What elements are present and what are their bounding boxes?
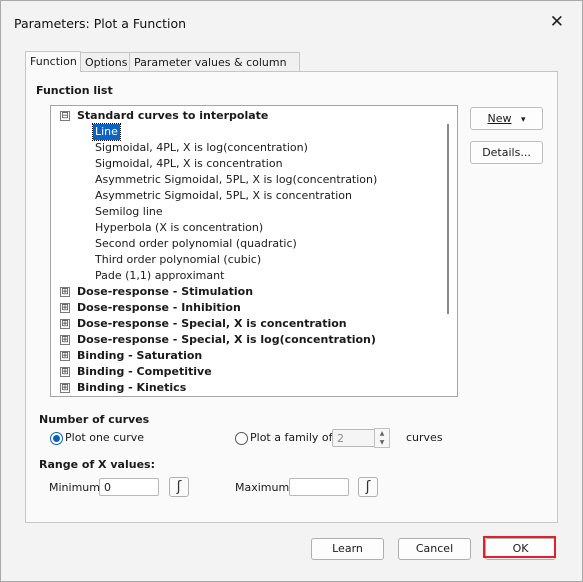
- expand-icon[interactable]: ⊞: [60, 351, 70, 361]
- title-bar: Parameters: Plot a Function ✕: [1, 1, 582, 45]
- tree-group-label: Standard curves to interpolate: [77, 109, 269, 122]
- maximum-label: Maximum:: [235, 481, 293, 494]
- plot-family-label: Plot a family of: [250, 431, 333, 444]
- new-button[interactable]: New ▾: [470, 107, 543, 130]
- tree-group-label: Dose-response - Special, X is concentrat…: [77, 317, 347, 330]
- tree-item-label: Third order polynomial (cubic): [95, 253, 262, 266]
- cancel-button[interactable]: Cancel: [398, 538, 471, 560]
- tree-group-label: Dose-response - Inhibition: [77, 301, 241, 314]
- x-range-heading: Range of X values:: [39, 458, 155, 471]
- curves-suffix-label: curves: [406, 431, 443, 444]
- plot-one-curve-label: Plot one curve: [65, 431, 145, 444]
- function-tab-panel: Function list ⊟ Standard curves to inter…: [25, 71, 558, 523]
- function-list-tree[interactable]: ⊟ Standard curves to interpolate Line Si…: [50, 105, 458, 397]
- dialog-title: Parameters: Plot a Function: [14, 16, 187, 31]
- tree-item-label: Second order polynomial (quadratic): [95, 237, 297, 250]
- tab-parameter-values[interactable]: Parameter values & column titles: [129, 52, 300, 88]
- tree-group-label: Binding - Kinetics: [77, 381, 187, 394]
- maximum-input[interactable]: [289, 478, 349, 496]
- tree-group-label: Dose-response - Stimulation: [77, 285, 254, 298]
- hook-icon[interactable]: ʃ: [169, 477, 189, 497]
- expand-icon[interactable]: ⊞: [60, 287, 70, 297]
- tab-function[interactable]: Function: [25, 51, 81, 72]
- collapse-icon[interactable]: ⊟: [60, 111, 70, 121]
- expand-icon[interactable]: ⊞: [60, 367, 70, 377]
- expand-icon[interactable]: ⊞: [60, 383, 70, 393]
- family-count-stepper[interactable]: ▲ ▼: [374, 428, 390, 448]
- list-scrollbar[interactable]: [447, 124, 449, 314]
- ok-highlight-box: [483, 536, 556, 558]
- close-icon[interactable]: ✕: [550, 12, 564, 32]
- tree-group-label: Dose-response - Special, X is log(concen…: [77, 333, 376, 346]
- tree-group-label: Binding - Saturation: [77, 349, 203, 362]
- minimum-input[interactable]: 0: [99, 478, 159, 496]
- family-count-input[interactable]: 2: [332, 429, 376, 447]
- tree-item-label: Hyperbola (X is concentration): [95, 221, 264, 234]
- hook-icon[interactable]: ʃ: [358, 477, 378, 497]
- expand-icon[interactable]: ⊞: [60, 303, 70, 313]
- function-list-heading: Function list: [36, 84, 113, 97]
- details-button[interactable]: Details...: [470, 141, 543, 164]
- stepper-up-icon[interactable]: ▲: [375, 429, 389, 438]
- expand-icon[interactable]: ⊞: [60, 319, 70, 329]
- tree-item-label: Semilog line: [95, 205, 163, 218]
- tree-item-label: Pade (1,1) approximant: [95, 269, 225, 282]
- dropdown-arrow-icon: ▾: [520, 115, 526, 125]
- number-of-curves-heading: Number of curves: [39, 413, 150, 426]
- tree-item-label: Asymmetric Sigmoidal, 5PL, X is log(conc…: [95, 173, 378, 186]
- learn-button[interactable]: Learn: [311, 538, 384, 560]
- tab-options[interactable]: Options: [80, 52, 130, 72]
- plot-function-dialog: Parameters: Plot a Function ✕ Function O…: [0, 0, 583, 582]
- minimum-label: Minimum:: [49, 481, 104, 494]
- stepper-down-icon[interactable]: ▼: [375, 438, 389, 447]
- tree-item-label: Sigmoidal, 4PL, X is log(concentration): [95, 141, 308, 154]
- tree-item-label: Line: [92, 123, 121, 141]
- plot-one-curve-radio[interactable]: [50, 432, 63, 445]
- expand-icon[interactable]: ⊞: [60, 335, 70, 345]
- tree-item-label: Sigmoidal, 4PL, X is concentration: [95, 157, 283, 170]
- tree-group-label: Binding - Competitive: [77, 365, 212, 378]
- tree-item-label: Asymmetric Sigmoidal, 5PL, X is concentr…: [95, 189, 352, 202]
- plot-family-radio[interactable]: [235, 432, 248, 445]
- new-button-label: New: [487, 112, 512, 125]
